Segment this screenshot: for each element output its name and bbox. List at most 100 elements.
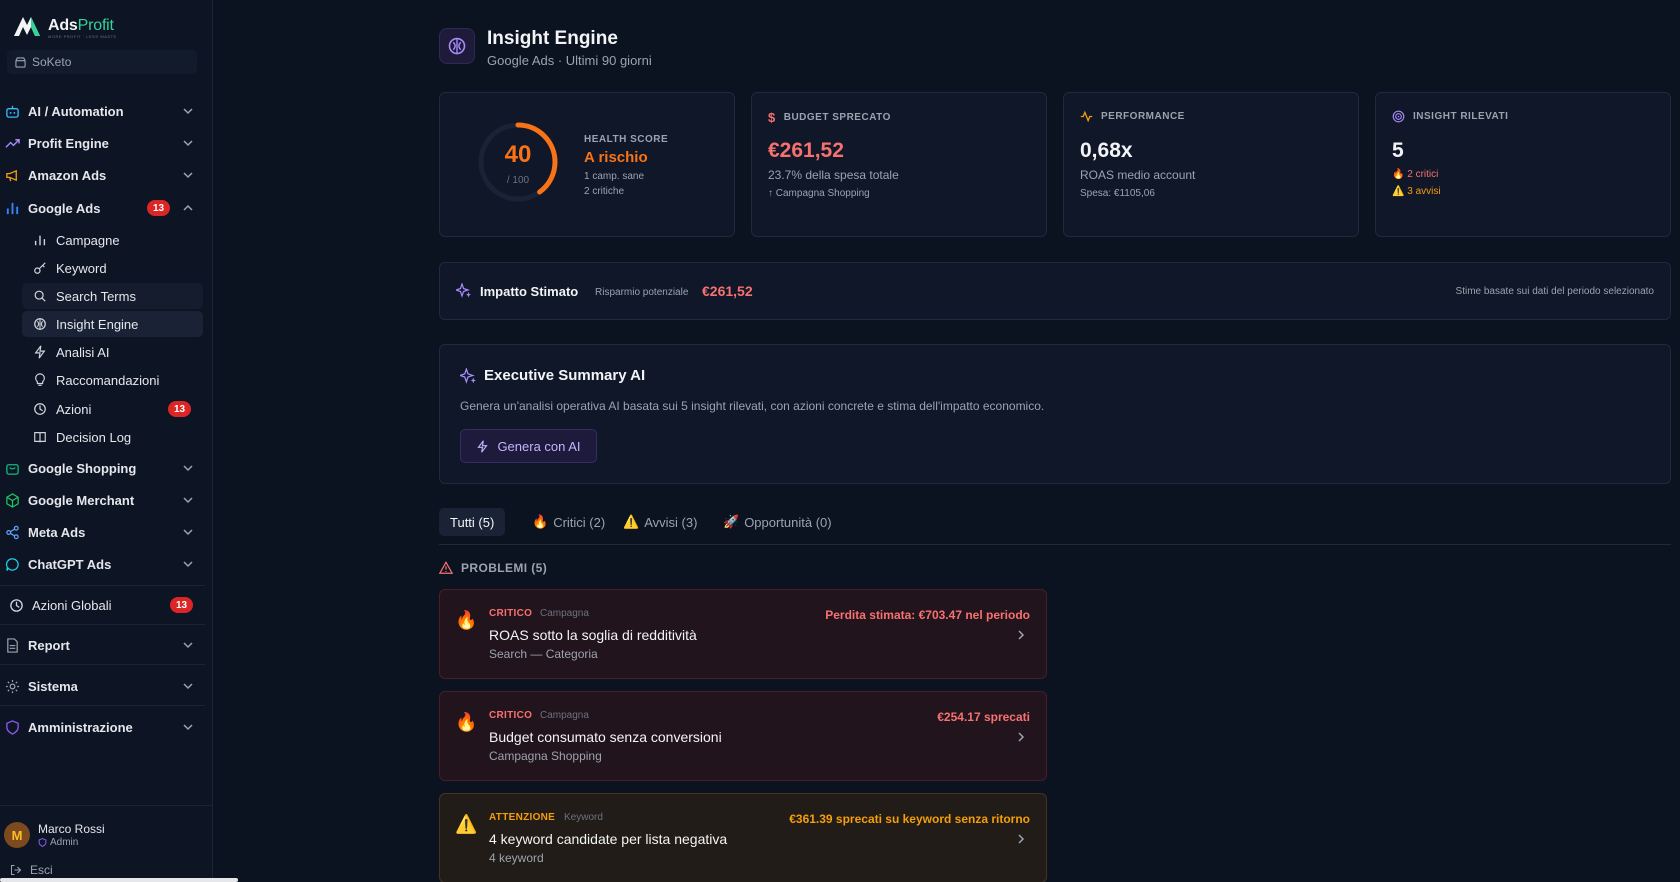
- budget-value: €261,52: [768, 139, 844, 162]
- tab-all-label: Tutti (5): [450, 514, 495, 530]
- chevron-right-icon: [1018, 834, 1025, 844]
- nav-profit-engine[interactable]: Profit Engine: [0, 129, 205, 157]
- account-selector[interactable]: SoKeto: [7, 50, 197, 74]
- issue-title: 4 keyword candidate per lista negativa: [489, 831, 728, 847]
- chevron-down-icon: [183, 561, 193, 568]
- nav-report[interactable]: Report: [0, 631, 205, 659]
- sparkles-icon: [460, 368, 476, 384]
- sub-item-insight-engine[interactable]: Insight Engine: [22, 311, 203, 337]
- insight-label: INSIGHT RILEVATI: [1392, 110, 1508, 123]
- tab-critical[interactable]: 🔥 Critici (2): [521, 508, 616, 536]
- impact-bar: Impatto Stimato Risparmio potenziale €26…: [439, 262, 1671, 320]
- nav-google-merchant-label: Google Merchant: [28, 492, 135, 508]
- insight-warnings-text: 3 avvisi: [1407, 186, 1441, 197]
- nav-amministrazione[interactable]: Amministrazione: [0, 713, 205, 741]
- issue-category: Campagna: [540, 608, 589, 619]
- user-panel: M Marco Rossi Admin Esci: [0, 805, 213, 882]
- executive-summary-card: Executive Summary AI Genera un'analisi o…: [439, 344, 1671, 484]
- nav-chatgpt-ads[interactable]: ChatGPT Ads: [0, 550, 205, 578]
- budget-sub2: ↑ Campagna Shopping: [768, 188, 870, 199]
- bar-chart-icon: [4, 200, 20, 216]
- sub-item-keyword[interactable]: Keyword: [22, 255, 203, 281]
- sub-item-decision-log[interactable]: Decision Log: [22, 424, 203, 450]
- bar-chart-icon: [32, 232, 48, 248]
- sub-item-campagne[interactable]: Campagne: [22, 227, 203, 253]
- sub-item-keyword-label: Keyword: [56, 260, 107, 276]
- brain-icon: [32, 316, 48, 332]
- budget-wasted-card: $ BUDGET SPRECATO €261,52 23.7% della sp…: [751, 92, 1047, 237]
- sub-item-raccomandazioni[interactable]: Raccomandazioni: [22, 367, 203, 393]
- nav-amazon-ads[interactable]: Amazon Ads: [0, 161, 205, 189]
- nav-profit-engine-label: Profit Engine: [28, 135, 109, 151]
- logout-button[interactable]: Esci: [10, 863, 53, 877]
- nav-report-label: Report: [28, 637, 70, 653]
- nav-google-ads[interactable]: Google Ads 13: [0, 194, 205, 222]
- insight-count-card: INSIGHT RILEVATI 5 🔥 2 critici ⚠️ 3 avvi…: [1375, 92, 1671, 237]
- sub-item-analisi-ai[interactable]: Analisi AI: [22, 339, 203, 365]
- chevron-down-icon: [183, 724, 193, 731]
- nav-google-ads-label: Google Ads: [28, 200, 101, 216]
- impact-title: Impatto Stimato: [480, 284, 579, 299]
- sub-item-raccomandazioni-label: Raccomandazioni: [56, 372, 160, 388]
- logo-icon: [14, 17, 40, 36]
- shield-icon: [38, 838, 47, 847]
- health-score-label: HEALTH SCORE: [584, 134, 669, 145]
- lightning-icon: [477, 439, 489, 453]
- nav-meta-ads-label: Meta Ads: [28, 524, 86, 540]
- sub-item-search-terms[interactable]: Search Terms: [22, 283, 203, 309]
- nav-google-shopping[interactable]: Google Shopping: [0, 454, 205, 482]
- nav-meta-ads[interactable]: Meta Ads: [0, 518, 205, 546]
- issue-card[interactable]: 🔥 CRITICO Campagna ROAS sotto la soglia …: [439, 589, 1047, 679]
- tab-all[interactable]: Tutti (5): [439, 508, 506, 536]
- share-icon: [4, 524, 20, 540]
- warning-icon: ⚠️: [1392, 186, 1405, 197]
- insight-tabs: Tutti (5) 🔥 Critici (2) ⚠️ Avvisi (3) 🚀 Opp…: [439, 508, 1671, 545]
- fire-icon: 🔥: [532, 514, 549, 529]
- chevron-down-icon: [183, 108, 193, 115]
- sparkles-icon: [456, 283, 471, 298]
- document-icon: [4, 637, 20, 653]
- chevron-right-icon: [1018, 732, 1025, 742]
- chevron-down-icon: [183, 497, 193, 504]
- issue-title: ROAS sotto la soglia di redditività: [489, 627, 697, 643]
- issue-loss: €254.17 sprecati: [937, 710, 1030, 724]
- performance-value: 0,68x: [1080, 139, 1133, 162]
- store-icon: [15, 56, 26, 68]
- nav-ai-automation-label: AI / Automation: [28, 103, 124, 119]
- nav-sistema[interactable]: Sistema: [0, 672, 205, 700]
- avatar[interactable]: M: [4, 822, 30, 848]
- nav-azioni-globali[interactable]: Azioni Globali 13: [0, 591, 205, 619]
- sub-item-azioni[interactable]: Azioni 13: [22, 396, 203, 422]
- budget-label-text: BUDGET SPRECATO: [783, 112, 891, 123]
- issue-subtitle: Campagna Shopping: [489, 749, 602, 763]
- chat-bubble-icon: [4, 556, 20, 572]
- nav-amministrazione-label: Amministrazione: [28, 719, 133, 735]
- chevron-down-icon: [183, 529, 193, 536]
- chevron-down-icon: [183, 683, 193, 690]
- nav-google-merchant[interactable]: Google Merchant: [0, 486, 205, 514]
- issue-subtitle: 4 keyword: [489, 851, 544, 865]
- tab-warnings-label: Avvisi (3): [644, 514, 698, 530]
- sub-item-insight-engine-label: Insight Engine: [56, 316, 139, 332]
- page-title: Insight Engine: [487, 28, 618, 49]
- package-icon: [4, 492, 20, 508]
- book-icon: [32, 429, 48, 445]
- page-subtitle: Google Ads · Ultimi 90 giorni: [487, 53, 652, 68]
- tab-warnings[interactable]: ⚠️ Avvisi (3): [612, 508, 708, 536]
- tab-opportunities[interactable]: 🚀 Opportunità (0): [712, 508, 843, 536]
- executive-summary-desc: Genera un'analisi operativa AI basata su…: [460, 399, 1045, 413]
- divider: [0, 664, 205, 665]
- search-icon: [32, 288, 48, 304]
- rocket-icon: 🚀: [723, 514, 740, 529]
- tab-critical-label: Critici (2): [553, 514, 606, 530]
- target-icon: [1392, 110, 1405, 123]
- issue-card[interactable]: 🔥 CRITICO Campagna Budget consumato senz…: [439, 691, 1047, 781]
- nav-ai-automation[interactable]: AI / Automation: [0, 97, 205, 125]
- insight-label-text: INSIGHT RILEVATI: [1413, 111, 1509, 122]
- brand-name: AdsProfit: [48, 17, 114, 34]
- health-score-status: A rischio: [584, 149, 648, 166]
- issue-card[interactable]: ⚠️ ATTENZIONE Keyword 4 keyword candidat…: [439, 793, 1047, 882]
- horizontal-scrollbar[interactable]: [0, 878, 238, 882]
- generate-ai-button[interactable]: Genera con AI: [460, 429, 597, 463]
- chevron-down-icon: [183, 172, 193, 179]
